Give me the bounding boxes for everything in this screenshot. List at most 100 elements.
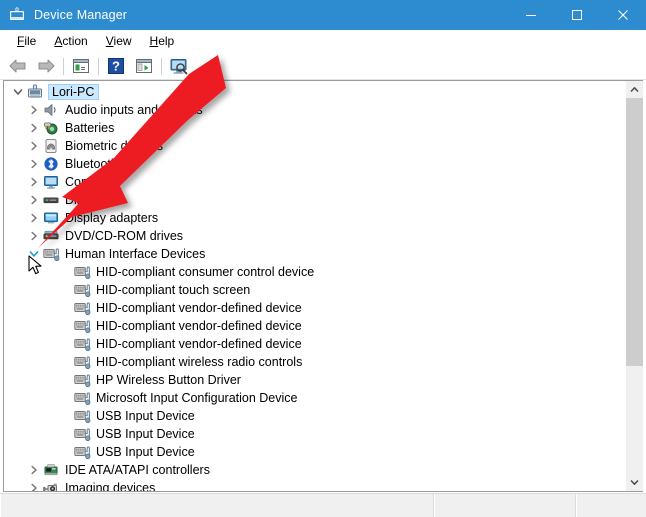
scrollbar-thumb[interactable]: [626, 98, 643, 366]
chevron-down-icon[interactable]: [10, 83, 26, 101]
tree-item-label: HID-compliant consumer control device: [96, 265, 318, 279]
toolbar: ?: [0, 53, 646, 80]
tree-item[interactable]: HID-compliant wireless radio controls: [4, 353, 626, 371]
tree-item[interactable]: HID-compliant consumer control device: [4, 263, 626, 281]
computer-icon: [26, 83, 44, 101]
menu-item-view[interactable]: View: [97, 32, 141, 50]
display-adapter-icon: [42, 209, 60, 227]
speaker-icon: [42, 101, 60, 119]
monitor-icon: [42, 173, 60, 191]
menu-bar: File Action View Help: [0, 30, 646, 53]
ide-controller-icon: [42, 461, 60, 479]
forward-arrow-icon[interactable]: [32, 54, 60, 78]
question-mark-icon[interactable]: ?: [102, 54, 130, 78]
tree-item[interactable]: HID-compliant vendor-defined device: [4, 299, 626, 317]
tree-item-label: Computer: [65, 175, 124, 189]
tree-item-label: HID-compliant vendor-defined device: [96, 301, 306, 315]
chevron-right-icon[interactable]: [26, 155, 42, 173]
fingerprint-icon: [42, 137, 60, 155]
chevron-right-icon[interactable]: [26, 479, 42, 491]
chevron-right-icon[interactable]: [26, 191, 42, 209]
tree-item[interactable]: USB Input Device: [4, 407, 626, 425]
tree-item[interactable]: HID-compliant vendor-defined device: [4, 335, 626, 353]
title-bar: Device Manager: [0, 0, 646, 30]
tree-item[interactable]: Human Interface Devices: [4, 245, 626, 263]
chevron-down-icon[interactable]: [26, 245, 42, 263]
chevron-placeholder: [57, 407, 73, 425]
dvd-drive-icon: [42, 227, 60, 245]
status-bar: [0, 493, 646, 517]
tree-item[interactable]: HID-compliant vendor-defined device: [4, 317, 626, 335]
tree-item-label: IDE ATA/ATAPI controllers: [65, 463, 214, 477]
maximize-icon[interactable]: [554, 0, 600, 30]
window-title: Device Manager: [34, 8, 127, 22]
back-arrow-icon[interactable]: [4, 54, 32, 78]
tree-item[interactable]: Computer: [4, 173, 626, 191]
device-tree[interactable]: Lori-PC Audio inputs and outputs Batterie…: [4, 81, 626, 491]
tree-item[interactable]: Audio inputs and outputs: [4, 101, 626, 119]
tree-item-label: Display adapters: [65, 211, 162, 225]
menu-item-file[interactable]: File: [8, 32, 45, 50]
tree-item-label: Imaging devices: [65, 481, 159, 491]
tree-item-label: Batteries: [65, 121, 118, 135]
menu-item-help[interactable]: Help: [141, 32, 184, 50]
minimize-icon[interactable]: [508, 0, 554, 30]
chevron-right-icon[interactable]: [26, 461, 42, 479]
chevron-placeholder: [57, 371, 73, 389]
tree-item-label: HID-compliant wireless radio controls: [96, 355, 306, 369]
close-icon[interactable]: [600, 0, 646, 30]
tree-item-lori-pc[interactable]: Lori-PC: [4, 83, 626, 101]
tree-item-label: Bluetooth: [65, 157, 122, 171]
hid-device-icon: [73, 407, 91, 425]
chevron-right-icon[interactable]: [26, 227, 42, 245]
tree-item[interactable]: DVD/CD-ROM drives: [4, 227, 626, 245]
tree-item-label: USB Input Device: [96, 445, 199, 459]
menu-label-action-rest: ction: [62, 34, 87, 48]
monitor-search-icon[interactable]: [165, 54, 193, 78]
tree-item[interactable]: Biometric devices: [4, 137, 626, 155]
hid-device-icon: [73, 389, 91, 407]
chevron-right-icon[interactable]: [26, 137, 42, 155]
bluetooth-icon: [42, 155, 60, 173]
vertical-scrollbar[interactable]: [625, 81, 643, 491]
tree-item-label: USB Input Device: [96, 409, 199, 423]
tree-item[interactable]: Disk drives: [4, 191, 626, 209]
chevron-right-icon[interactable]: [26, 173, 42, 191]
menu-label-view-rest: iew: [114, 34, 132, 48]
tree-item[interactable]: USB Input Device: [4, 425, 626, 443]
tree-item-label: Biometric devices: [65, 139, 167, 153]
toolbar-separator: [98, 58, 99, 75]
tree-item[interactable]: Display adapters: [4, 209, 626, 227]
hid-icon: [42, 245, 60, 263]
menu-label-help-rest: elp: [158, 34, 174, 48]
hid-device-icon: [73, 425, 91, 443]
tree-item[interactable]: IDE ATA/ATAPI controllers: [4, 461, 626, 479]
chevron-right-icon[interactable]: [26, 101, 42, 119]
chevron-placeholder: [57, 299, 73, 317]
window-controls: [508, 0, 646, 30]
tree-item-label: HP Wireless Button Driver: [96, 373, 245, 387]
menu-item-action[interactable]: Action: [45, 32, 96, 50]
tree-item[interactable]: Microsoft Input Configuration Device: [4, 389, 626, 407]
chevron-placeholder: [57, 335, 73, 353]
chevron-up-icon[interactable]: [626, 81, 643, 98]
tree-item[interactable]: Bluetooth: [4, 155, 626, 173]
toolbar-separator: [161, 58, 162, 75]
scan-hardware-icon[interactable]: [130, 54, 158, 78]
hid-device-icon: [73, 281, 91, 299]
battery-icon: [42, 119, 60, 137]
tree-item[interactable]: HID-compliant touch screen: [4, 281, 626, 299]
tree-item[interactable]: Batteries: [4, 119, 626, 137]
device-tree-panel: Lori-PC Audio inputs and outputs Batterie…: [3, 80, 643, 492]
tree-item[interactable]: Imaging devices: [4, 479, 626, 491]
chevron-right-icon[interactable]: [26, 119, 42, 137]
chevron-right-icon[interactable]: [26, 209, 42, 227]
properties-icon[interactable]: [67, 54, 95, 78]
chevron-down-icon[interactable]: [626, 474, 643, 491]
tree-item[interactable]: HP Wireless Button Driver: [4, 371, 626, 389]
status-pane-2: [434, 494, 576, 517]
device-manager-icon: [8, 6, 26, 24]
chevron-placeholder: [57, 443, 73, 461]
chevron-placeholder: [57, 281, 73, 299]
tree-item[interactable]: USB Input Device: [4, 443, 626, 461]
